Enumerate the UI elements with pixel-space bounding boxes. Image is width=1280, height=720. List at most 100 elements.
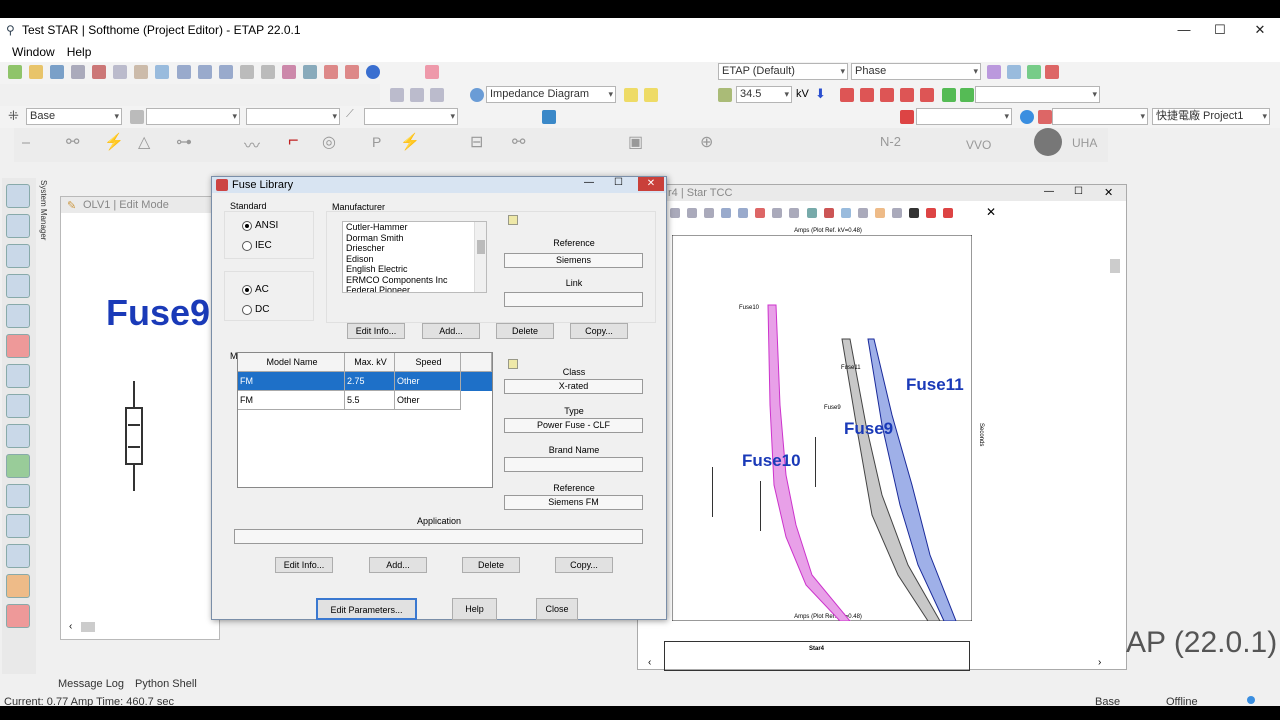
blank-select-6[interactable]: [1052, 108, 1148, 125]
geo-view-icon[interactable]: [6, 544, 30, 568]
manufacturer-item[interactable]: Federal Pioneer: [346, 285, 486, 292]
fuse9-symbol[interactable]: [125, 381, 143, 491]
element-fuse-icon[interactable]: ⌐: [288, 130, 299, 151]
blank-select-4[interactable]: [364, 108, 458, 125]
dc-radio-dot[interactable]: [242, 304, 252, 315]
ground-grid-icon[interactable]: [6, 574, 30, 598]
cut-icon[interactable]: [92, 65, 107, 79]
mfr-edit-info-button[interactable]: Edit Info...: [347, 323, 405, 339]
element-n2-label[interactable]: N-2: [880, 134, 901, 149]
tcc-zoom-in-icon[interactable]: [721, 208, 732, 219]
element-line-icon[interactable]: ⚡: [104, 132, 124, 152]
manufacturer-item[interactable]: ERMCO Components Inc: [346, 275, 486, 286]
tcc-export-icon[interactable]: [925, 208, 936, 219]
row-speed[interactable]: Other: [395, 372, 461, 391]
theme-icon[interactable]: [425, 65, 440, 79]
phase-d-icon[interactable]: [900, 88, 914, 102]
cable-view-icon[interactable]: [6, 364, 30, 388]
element-bus-icon[interactable]: ⎯: [22, 134, 30, 152]
redo-icon[interactable]: [260, 65, 275, 79]
application-field[interactable]: [234, 529, 643, 544]
layers-icon[interactable]: [987, 65, 1001, 79]
snap-icon[interactable]: ⁜: [8, 108, 19, 124]
pen-icon[interactable]: [1007, 65, 1021, 79]
tcc-truck-icon[interactable]: [908, 208, 919, 219]
element-vvo-label[interactable]: VVO: [966, 138, 991, 152]
manufacturer-list[interactable]: Cutler-Hammer Dorman Smith Driescher Edi…: [342, 221, 487, 293]
paste-icon[interactable]: [134, 65, 149, 79]
tcc-scroll-left-icon[interactable]: ‹: [648, 657, 651, 668]
element-generator-icon[interactable]: ⚡: [400, 132, 420, 152]
grid-icon[interactable]: [281, 65, 296, 79]
tcc-close-icon[interactable]: ✕: [1104, 186, 1113, 199]
motor-view-icon[interactable]: [6, 334, 30, 358]
globe-icon[interactable]: [470, 88, 484, 102]
tab-message-log[interactable]: Message Log: [58, 678, 124, 690]
tcc-pointer-icon[interactable]: [687, 208, 698, 219]
header-speed[interactable]: Speed: [395, 353, 461, 372]
network-icon[interactable]: [1038, 110, 1052, 124]
blank-select-2[interactable]: [146, 108, 240, 125]
model-copy-button[interactable]: Copy...: [555, 557, 613, 573]
ac-radio-dot[interactable]: [242, 284, 252, 295]
control-view-icon[interactable]: [6, 604, 30, 628]
tcc-zoom-out-icon[interactable]: [738, 208, 749, 219]
ac-radio[interactable]: AC: [242, 284, 269, 295]
tcc-scroll-right-icon[interactable]: ›: [1098, 657, 1101, 668]
manufacturer-scrollbar[interactable]: [474, 222, 486, 292]
line-icon[interactable]: ⟋: [346, 108, 354, 121]
ansi-radio[interactable]: ANSI: [242, 220, 278, 231]
manufacturer-item[interactable]: Cutler-Hammer: [346, 222, 486, 233]
relay-view-icon[interactable]: [6, 394, 30, 418]
diagram-select[interactable]: Impedance Diagram: [486, 86, 616, 103]
open-icon[interactable]: [29, 65, 44, 79]
tcc-fit-icon[interactable]: [755, 208, 766, 219]
copy-icon-2[interactable]: [130, 110, 144, 124]
kv-input[interactable]: 34.5: [736, 86, 792, 103]
phase-e-icon[interactable]: [920, 88, 934, 102]
preset-select[interactable]: ETAP (Default): [718, 63, 848, 80]
tcc-ruler-icon[interactable]: [874, 208, 885, 219]
sync-icon[interactable]: [960, 88, 974, 102]
chart-icon[interactable]: [345, 65, 359, 79]
phase-c-icon[interactable]: [880, 88, 894, 102]
brand-field[interactable]: [504, 457, 643, 472]
tcc-view-icon[interactable]: [6, 424, 30, 448]
mfr-copy-button[interactable]: Copy...: [570, 323, 628, 339]
dialog-minimize-icon[interactable]: —: [584, 177, 594, 188]
element-transformer-icon[interactable]: ⚯: [66, 132, 79, 152]
sld-view-icon[interactable]: [6, 484, 30, 508]
arrow-down-icon[interactable]: ⬇: [815, 86, 826, 102]
undo-icon[interactable]: [239, 65, 254, 79]
table-view-icon[interactable]: [390, 88, 404, 102]
note-icon[interactable]: [624, 88, 638, 102]
tcc-cross-icon[interactable]: [823, 208, 834, 219]
blank-select-1[interactable]: [975, 86, 1100, 103]
diagram-view-icon[interactable]: [6, 244, 30, 268]
element-p-label[interactable]: P: [372, 134, 381, 150]
tcc-doc-icon[interactable]: [891, 208, 902, 219]
network-view-icon[interactable]: [6, 214, 30, 238]
model-edit-info-button[interactable]: Edit Info...: [275, 557, 333, 573]
flag-icon[interactable]: [900, 110, 914, 124]
tcc-remove-icon[interactable]: ✕: [986, 205, 996, 219]
element-load-icon[interactable]: ◎: [322, 132, 336, 152]
close-icon[interactable]: ✕: [1251, 22, 1269, 38]
zoom-out-icon[interactable]: [197, 65, 212, 79]
edit-parameters-button[interactable]: Edit Parameters...: [316, 598, 417, 620]
blank-select-5[interactable]: [916, 108, 1012, 125]
dialog-close-icon[interactable]: ✕: [638, 177, 664, 191]
model-add-button[interactable]: Add...: [369, 557, 427, 573]
element-relay-icon[interactable]: ⚯: [512, 132, 525, 152]
row-kv[interactable]: 2.75: [345, 372, 395, 391]
select-icon[interactable]: [155, 65, 170, 79]
mfr-delete-button[interactable]: Delete: [496, 323, 554, 339]
list-view-icon[interactable]: [410, 88, 424, 102]
table-icon[interactable]: [323, 65, 338, 79]
tcc-maximize-icon[interactable]: ☐: [1074, 186, 1083, 197]
zoom-in-icon[interactable]: [176, 65, 191, 79]
new-icon[interactable]: [8, 65, 22, 79]
menu-window[interactable]: Window: [12, 45, 55, 59]
tcc-vscroll[interactable]: [1110, 259, 1120, 273]
phase-a-icon[interactable]: [840, 88, 854, 102]
